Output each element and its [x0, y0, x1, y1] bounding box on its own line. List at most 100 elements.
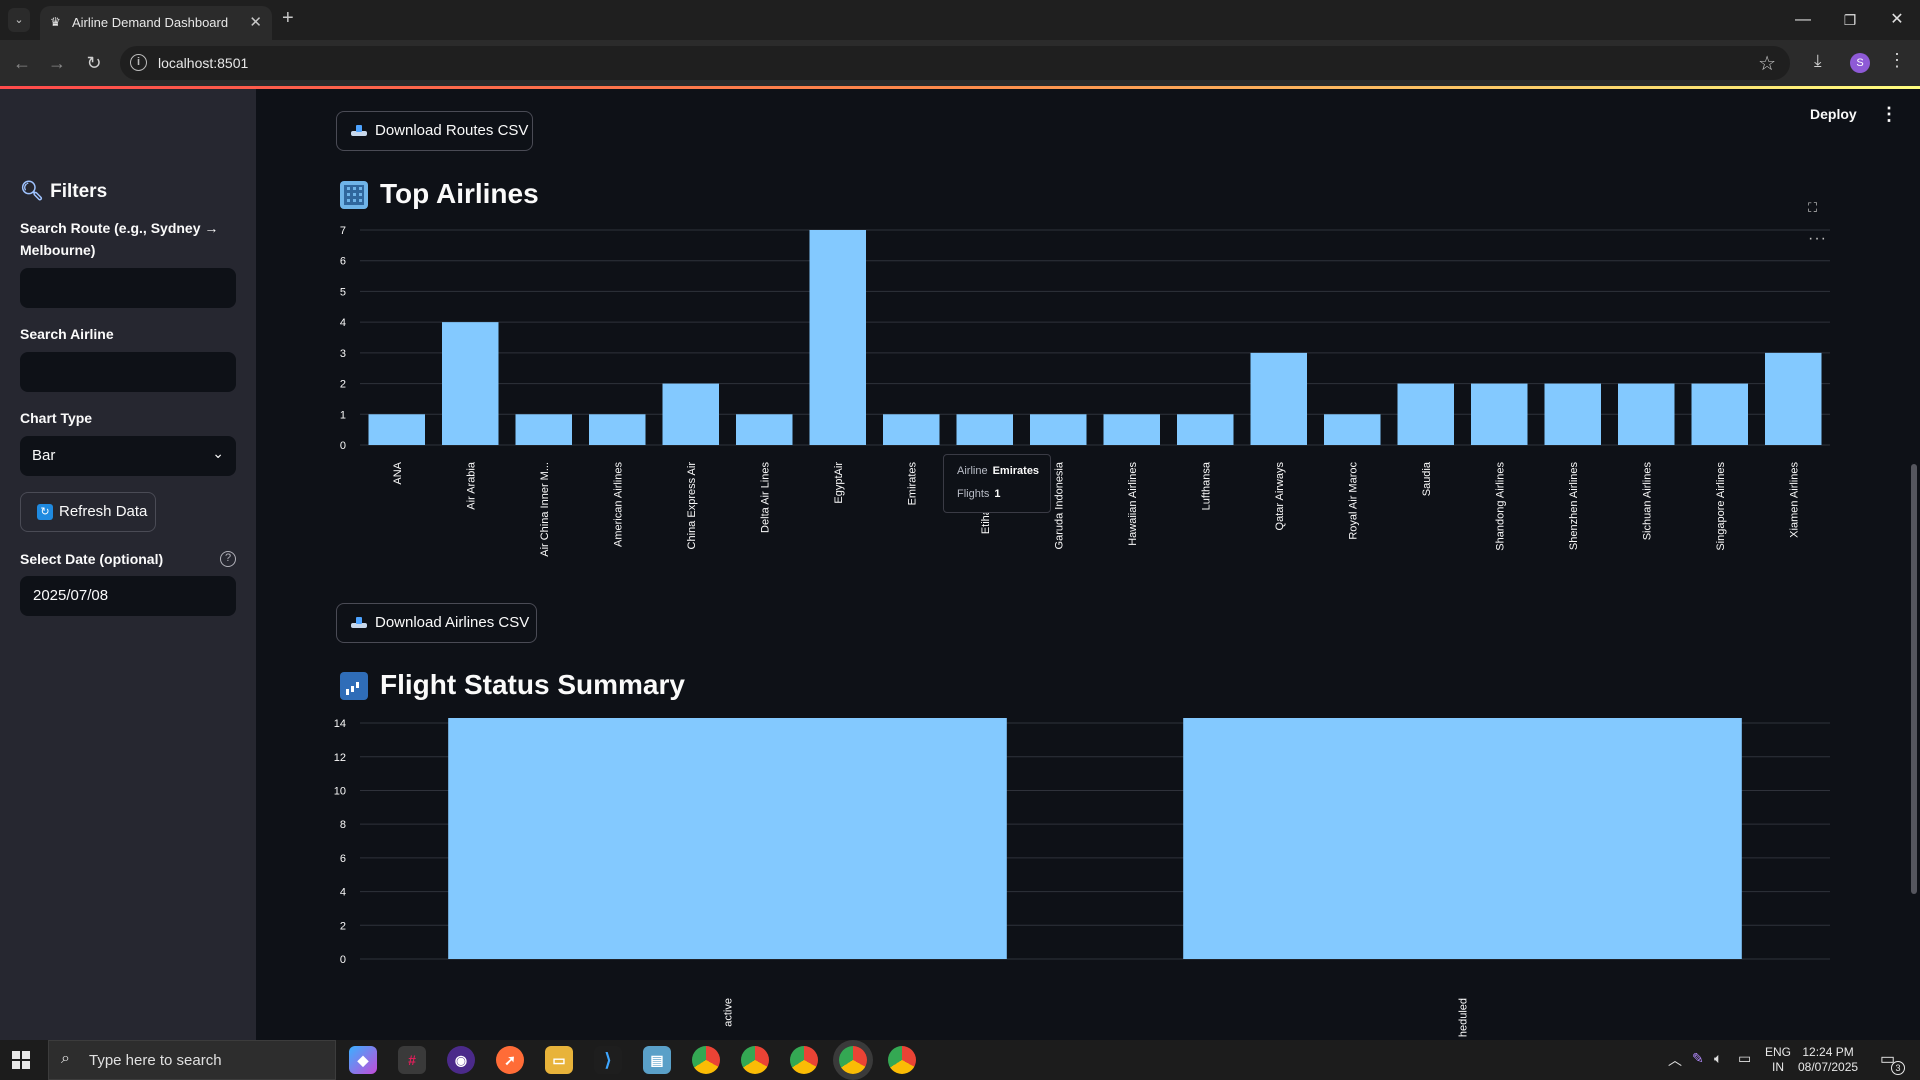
refresh-data-button[interactable]: ↻ Refresh Data: [20, 492, 156, 532]
status-x-tick-label: active: [723, 998, 735, 1027]
vscode-icon[interactable]: ⟩: [594, 1046, 622, 1074]
system-clock[interactable]: 12:24 PM 08/07/2025: [1798, 1045, 1858, 1075]
chrome-profile-4-icon[interactable]: [888, 1046, 916, 1074]
airlines-x-tick-label: Royal Air Maroc: [1347, 462, 1359, 540]
airlines-x-tick-label: Air China Inner M...: [539, 462, 551, 557]
search-airline-input[interactable]: [20, 352, 236, 392]
airlines-y-tick-label: 1: [340, 409, 346, 421]
url-field[interactable]: i localhost:8501 ☆: [120, 46, 1790, 80]
chart-type-label: Chart Type: [20, 410, 93, 426]
chrome-profile-3-icon[interactable]: [790, 1046, 818, 1074]
airlines-y-tick-label: 7: [340, 225, 346, 237]
tab-close-icon[interactable]: ✕: [249, 13, 262, 31]
airlines-bar: [1765, 352, 1822, 445]
taskbar-search-box[interactable]: ⌕ Type here to search: [48, 1040, 336, 1080]
site-info-icon[interactable]: i: [130, 54, 147, 71]
sidebar: 🔍︎ Filters Search Route (e.g., Sydney → M…: [0, 89, 256, 1040]
magnifier-icon: 🔍︎: [20, 181, 45, 202]
chrome-active-icon[interactable]: [839, 1046, 867, 1074]
tooltip-airline-value: Emirates: [992, 465, 1040, 477]
file-explorer-icon[interactable]: ▭: [545, 1046, 573, 1074]
inbox-tray-icon: [351, 125, 367, 137]
slack-icon[interactable]: #: [398, 1046, 426, 1074]
chrome-menu-icon[interactable]: ⋮: [1888, 50, 1906, 71]
airlines-x-tick-label: EgyptAir: [833, 462, 845, 504]
airlines-x-tick-label: Saudia: [1421, 461, 1433, 496]
airlines-x-tick-label: Delta Air Lines: [759, 462, 771, 533]
airlines-bar: [442, 322, 499, 445]
airlines-x-tick-label: Lufthansa: [1200, 461, 1212, 510]
speaker-icon[interactable]: 🔈︎: [1714, 1050, 1722, 1067]
status-bar: [1183, 718, 1742, 959]
pen-icon[interactable]: ✎: [1692, 1050, 1704, 1067]
airlines-bar: [1471, 383, 1528, 445]
status-y-tick-label: 14: [334, 718, 346, 730]
airlines-bar: [883, 414, 940, 445]
deploy-button[interactable]: Deploy: [1810, 106, 1857, 122]
airlines-bar: [1030, 414, 1087, 445]
window-close-icon[interactable]: ✕: [1874, 6, 1920, 34]
airlines-y-tick-label: 0: [340, 440, 346, 452]
language-indicator[interactable]: ENG IN: [1765, 1045, 1791, 1075]
date-input[interactable]: 2025/07/08: [20, 576, 236, 616]
chrome-profile-2-icon[interactable]: [741, 1046, 769, 1074]
bookmark-star-icon[interactable]: ☆: [1758, 51, 1776, 76]
download-icon[interactable]: ⤓: [1814, 51, 1822, 71]
taskbar-search-placeholder: Type here to search: [89, 1052, 222, 1069]
fullscreen-icon[interactable]: ⛶: [1808, 200, 1817, 216]
profile-avatar[interactable]: S: [1850, 53, 1870, 73]
reload-icon[interactable]: ↻: [82, 51, 106, 75]
main-scrollbar[interactable]: [1908, 89, 1920, 1040]
tooltip-airline-row: Airline Emirates: [957, 465, 1039, 477]
tab-title: Airline Demand Dashboard: [72, 15, 229, 30]
new-tab-icon[interactable]: +: [282, 7, 294, 30]
forward-icon[interactable]: →: [45, 51, 69, 75]
chart-tooltip: Airline Emirates Flights 1: [943, 454, 1051, 513]
region-code: IN: [1772, 1060, 1784, 1074]
airlines-bar: [1397, 383, 1454, 445]
help-icon[interactable]: ?: [220, 551, 236, 567]
chevron-down-icon: ⌄: [212, 445, 224, 461]
streamlit-favicon-icon: ♛: [50, 15, 61, 29]
minimize-icon[interactable]: —: [1780, 6, 1826, 34]
download-airlines-button[interactable]: Download Airlines CSV: [336, 603, 537, 643]
download-routes-button[interactable]: Download Routes CSV: [336, 111, 533, 151]
date-label: Select Date (optional): [20, 551, 164, 567]
github-desktop-icon[interactable]: ◉: [447, 1046, 475, 1074]
tooltip-flights-key: Flights: [957, 488, 990, 500]
network-icon[interactable]: ▭: [1738, 1050, 1751, 1067]
airlines-bar: [662, 383, 719, 445]
url-text[interactable]: localhost:8501: [158, 55, 248, 71]
search-route-input[interactable]: [20, 268, 236, 308]
bar-chart-icon: [340, 672, 368, 700]
postman-icon[interactable]: ➚: [496, 1046, 524, 1074]
airlines-bar: [1103, 414, 1160, 445]
airlines-bar: [1324, 414, 1381, 445]
tray-overflow-chevron-icon[interactable]: ︿: [1668, 1050, 1682, 1070]
airlines-bar: [809, 230, 866, 445]
back-icon[interactable]: ←: [10, 51, 34, 75]
restore-icon[interactable]: ❐: [1827, 6, 1873, 34]
airlines-x-tick-label: Shandong Airlines: [1494, 462, 1506, 551]
browser-tab-active[interactable]: ♛ Airline Demand Dashboard ✕: [40, 6, 272, 40]
refresh-icon: ↻: [37, 504, 53, 520]
scrollbar-thumb[interactable]: [1911, 464, 1917, 894]
airlines-x-tick-label: Shenzhen Airlines: [1568, 462, 1580, 551]
tooltip-flights-row: Flights 1: [957, 488, 1001, 500]
airlines-y-tick-label: 2: [340, 379, 346, 391]
airlines-x-tick-label: Xiamen Airlines: [1788, 462, 1800, 538]
tab-search-dropdown-icon[interactable]: ⌄: [8, 8, 30, 32]
airlines-bar: [736, 414, 793, 445]
airlines-y-tick-label: 6: [340, 256, 346, 268]
chart-type-select[interactable]: Bar ⌄: [20, 436, 236, 476]
notepad-icon[interactable]: ▤: [643, 1046, 671, 1074]
chrome-profile-1-icon[interactable]: [692, 1046, 720, 1074]
chart-type-value: Bar: [32, 447, 56, 464]
flight-status-title: Flight Status Summary: [380, 669, 685, 700]
windows-start-icon[interactable]: [12, 1051, 30, 1069]
airlines-x-tick-label: Hawaiian Airlines: [1127, 462, 1139, 546]
airlines-bar: [368, 414, 425, 445]
copilot-icon[interactable]: ◆: [349, 1046, 377, 1074]
app-menu-icon[interactable]: ⋮: [1880, 104, 1898, 125]
airlines-x-tick-label: Air Arabia: [465, 461, 477, 510]
